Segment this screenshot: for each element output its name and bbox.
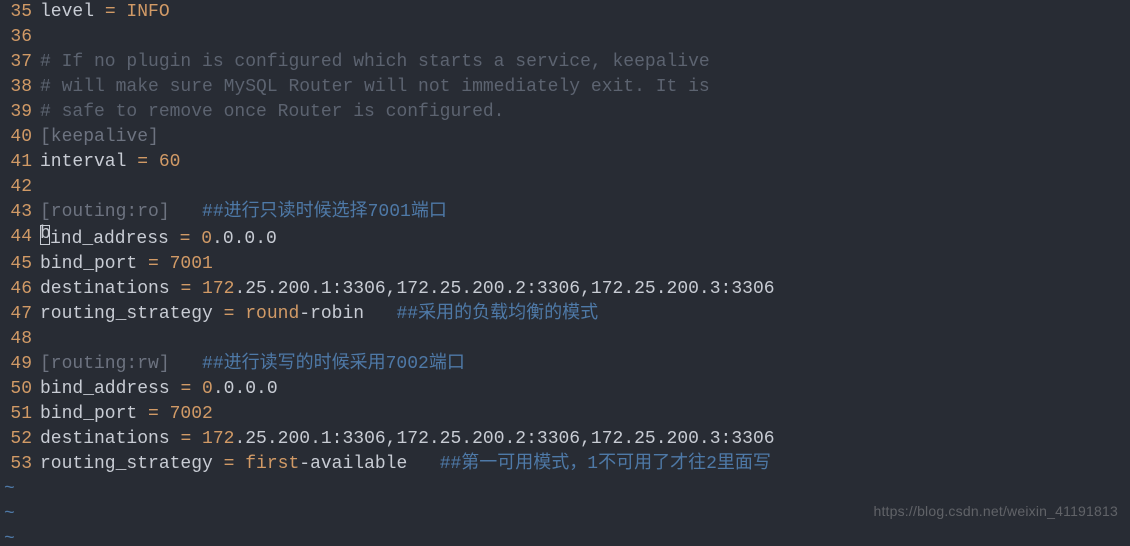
code-line[interactable]: 45bind_port = 7001	[0, 252, 1130, 277]
code-content[interactable]: ind_address = 0.0.0.0	[40, 225, 1130, 252]
code-content[interactable]: routing_strategy = round-robin ##采用的负载均衡…	[40, 302, 1130, 327]
code-token: ##采用的负载均衡的模式	[396, 304, 598, 324]
code-token: -available	[299, 454, 439, 474]
code-token	[170, 354, 202, 374]
watermark-text: https://blog.csdn.net/weixin_41191813	[873, 499, 1118, 524]
line-number: 50	[0, 377, 40, 402]
code-token: = 7001	[148, 254, 213, 274]
code-line[interactable]: 49[routing:rw] ##进行读写的时候采用7002端口	[0, 352, 1130, 377]
code-content[interactable]	[40, 25, 1130, 50]
code-token: routing_strategy	[40, 304, 224, 324]
code-token: = 172	[180, 279, 234, 299]
code-token: = 0	[180, 379, 212, 399]
code-token: = round	[224, 304, 300, 324]
code-content[interactable]: # safe to remove once Router is configur…	[40, 100, 1130, 125]
code-line[interactable]: 37# If no plugin is configured which sta…	[0, 50, 1130, 75]
code-token: [routing:ro]	[40, 202, 170, 222]
code-line[interactable]: 47routing_strategy = round-robin ##采用的负载…	[0, 302, 1130, 327]
code-token: bind_port	[40, 254, 148, 274]
code-content[interactable]: # will make sure MySQL Router will not i…	[40, 75, 1130, 100]
code-line[interactable]: 51bind_port = 7002	[0, 402, 1130, 427]
line-number: 39	[0, 100, 40, 125]
code-token: .0.0.0	[212, 229, 277, 249]
code-token: ##第一可用模式，1不可用了才往2里面写	[440, 454, 771, 474]
empty-line-tilde: ~	[0, 527, 1130, 546]
code-token: [keepalive]	[40, 127, 159, 147]
code-token: = 0	[180, 229, 212, 249]
code-line[interactable]: 38# will make sure MySQL Router will not…	[0, 75, 1130, 100]
code-token: .0.0.0	[213, 379, 278, 399]
code-token: = INFO	[105, 2, 170, 22]
line-number: 38	[0, 75, 40, 100]
line-number: 52	[0, 427, 40, 452]
code-line[interactable]: 53routing_strategy = first-available ##第…	[0, 452, 1130, 477]
line-number: 42	[0, 175, 40, 200]
line-number: 40	[0, 125, 40, 150]
line-number: 51	[0, 402, 40, 427]
line-number: 43	[0, 200, 40, 225]
code-token	[170, 202, 202, 222]
code-content[interactable]: [routing:rw] ##进行读写的时候采用7002端口	[40, 352, 1130, 377]
line-number: 44	[0, 225, 40, 252]
code-line[interactable]: 40[keepalive]	[0, 125, 1130, 150]
code-token: ind_address	[50, 229, 180, 249]
code-content[interactable]: # If no plugin is configured which start…	[40, 50, 1130, 75]
code-token: -robin	[299, 304, 396, 324]
code-token: # If no plugin is configured which start…	[40, 52, 710, 72]
code-content[interactable]: destinations = 172.25.200.1:3306,172.25.…	[40, 427, 1130, 452]
code-token: destinations	[40, 279, 180, 299]
code-token: [routing:rw]	[40, 354, 170, 374]
code-line[interactable]: 41interval = 60	[0, 150, 1130, 175]
code-token: = first	[224, 454, 300, 474]
code-content[interactable]: level = INFO	[40, 0, 1130, 25]
code-content[interactable]	[40, 327, 1130, 352]
code-content[interactable]: routing_strategy = first-available ##第一可…	[40, 452, 1130, 477]
code-line[interactable]: 42	[0, 175, 1130, 200]
code-content[interactable]: [keepalive]	[40, 125, 1130, 150]
code-token: # will make sure MySQL Router will not i…	[40, 77, 710, 97]
code-content[interactable]: destinations = 172.25.200.1:3306,172.25.…	[40, 277, 1130, 302]
code-line[interactable]: 35level = INFO	[0, 0, 1130, 25]
code-line[interactable]: 52destinations = 172.25.200.1:3306,172.2…	[0, 427, 1130, 452]
code-token: .25.200.1:3306,172.25.200.2:3306,172.25.…	[234, 279, 774, 299]
code-content[interactable]: [routing:ro] ##进行只读时候选择7001端口	[40, 200, 1130, 225]
code-line[interactable]: 36	[0, 25, 1130, 50]
code-content[interactable]: interval = 60	[40, 150, 1130, 175]
code-token: routing_strategy	[40, 454, 224, 474]
code-token: = 7002	[148, 404, 213, 424]
line-number: 36	[0, 25, 40, 50]
code-token: bind_address	[40, 379, 180, 399]
code-token: = 172	[180, 429, 234, 449]
code-token: ##进行读写的时候采用7002端口	[202, 354, 465, 374]
line-number: 37	[0, 50, 40, 75]
code-token: ##进行只读时候选择7001端口	[202, 202, 447, 222]
line-number: 53	[0, 452, 40, 477]
code-token: interval	[40, 152, 137, 172]
code-line[interactable]: 46destinations = 172.25.200.1:3306,172.2…	[0, 277, 1130, 302]
text-cursor	[40, 225, 50, 245]
line-number: 48	[0, 327, 40, 352]
line-number: 49	[0, 352, 40, 377]
code-token: destinations	[40, 429, 180, 449]
code-content[interactable]	[40, 175, 1130, 200]
line-number: 47	[0, 302, 40, 327]
code-editor[interactable]: 35level = INFO3637# If no plugin is conf…	[0, 0, 1130, 546]
code-line[interactable]: 50bind_address = 0.0.0.0	[0, 377, 1130, 402]
code-line[interactable]: 44ind_address = 0.0.0.0	[0, 225, 1130, 252]
code-token: level	[40, 2, 105, 22]
line-number: 35	[0, 0, 40, 25]
code-token: bind_port	[40, 404, 148, 424]
code-token: # safe to remove once Router is configur…	[40, 102, 504, 122]
code-line[interactable]: 43[routing:ro] ##进行只读时候选择7001端口	[0, 200, 1130, 225]
line-number: 45	[0, 252, 40, 277]
code-content[interactable]: bind_address = 0.0.0.0	[40, 377, 1130, 402]
line-number: 41	[0, 150, 40, 175]
code-line[interactable]: 48	[0, 327, 1130, 352]
code-content[interactable]: bind_port = 7001	[40, 252, 1130, 277]
code-token: .25.200.1:3306,172.25.200.2:3306,172.25.…	[234, 429, 774, 449]
code-content[interactable]: bind_port = 7002	[40, 402, 1130, 427]
code-line[interactable]: 39# safe to remove once Router is config…	[0, 100, 1130, 125]
code-token: = 60	[137, 152, 180, 172]
line-number: 46	[0, 277, 40, 302]
